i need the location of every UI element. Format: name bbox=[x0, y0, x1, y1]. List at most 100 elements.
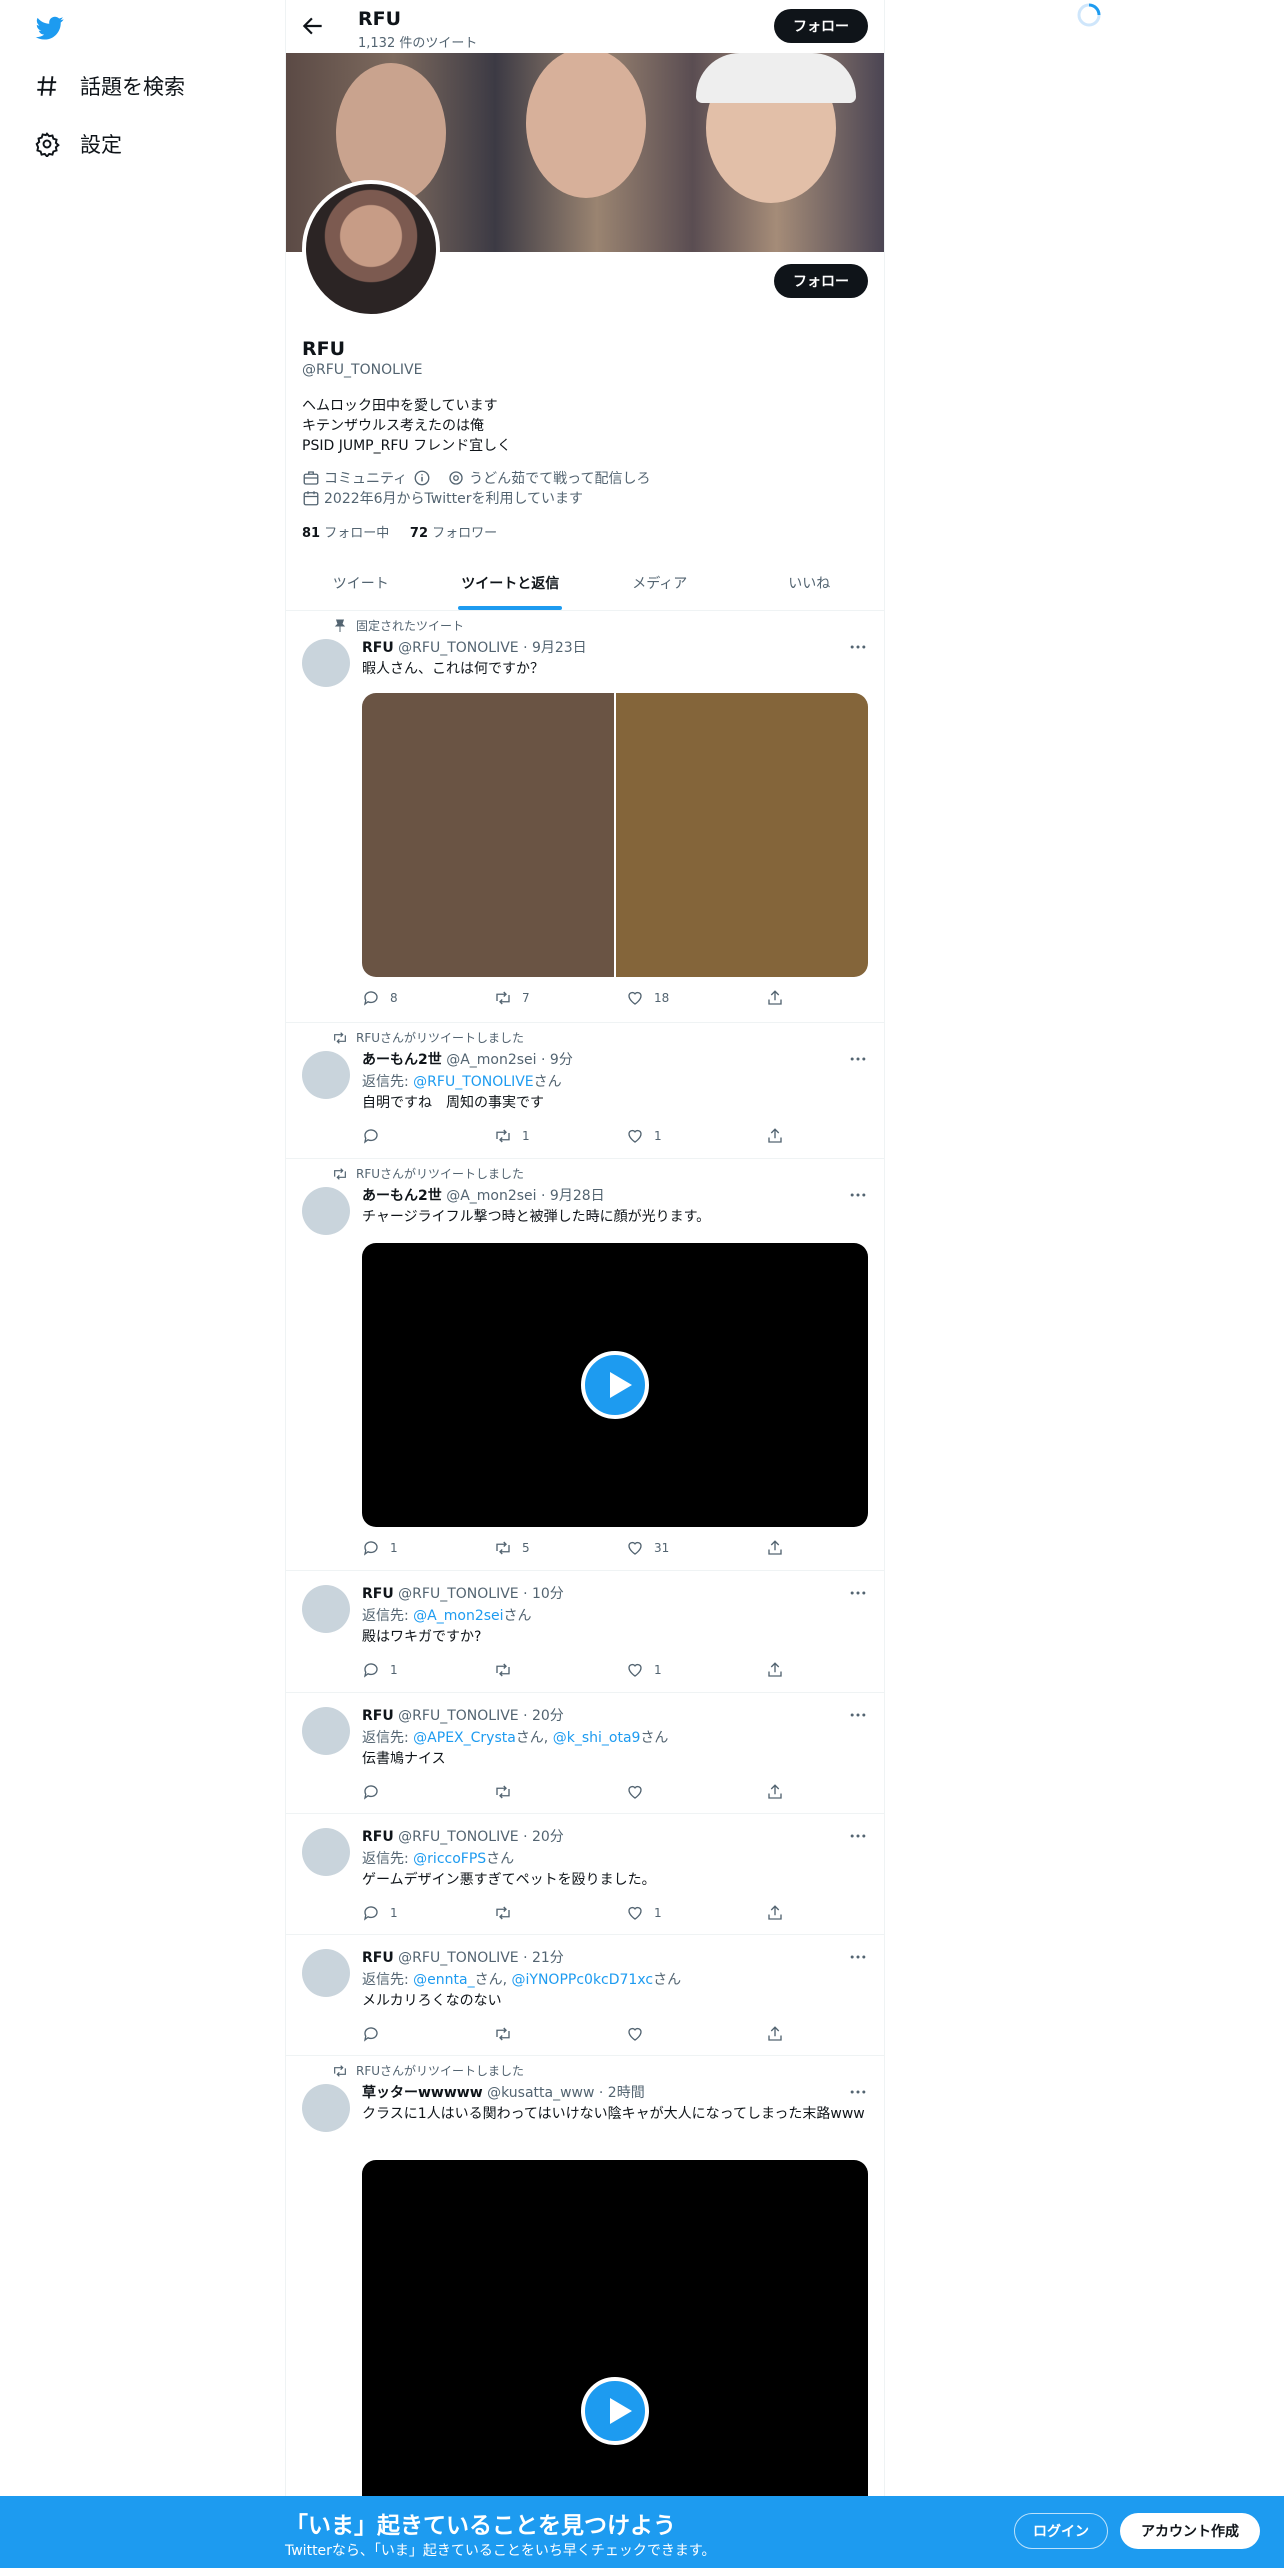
heart-icon bbox=[628, 1785, 642, 1799]
tweet-avatar[interactable] bbox=[302, 2084, 350, 2132]
tab-tweets[interactable]: ツイート bbox=[286, 555, 436, 610]
tweet-image[interactable] bbox=[362, 693, 614, 977]
banner-person-center bbox=[526, 53, 646, 198]
following-link[interactable]: 81 フォロー中 bbox=[302, 526, 389, 541]
reply-button[interactable]: 1 bbox=[362, 1539, 398, 1557]
tweet[interactable]: 固定されたツイート RFU @RFU_TONOLIVE · 9月23日 暇人さん… bbox=[286, 611, 884, 1023]
like-button[interactable] bbox=[626, 1783, 654, 1801]
like-button[interactable] bbox=[626, 2025, 654, 2043]
tweet-avatar[interactable] bbox=[302, 1828, 350, 1876]
tweet-avatar[interactable] bbox=[302, 1707, 350, 1755]
reply-button[interactable] bbox=[362, 1127, 390, 1145]
tweet[interactable]: RFUさんがリツイートしました あーもん2世 @A_mon2sei · 9月28… bbox=[286, 1159, 884, 1571]
more-icon[interactable] bbox=[848, 637, 868, 657]
tweet-meta: @RFU_TONOLIVE · 20分 bbox=[398, 1708, 564, 1724]
tweet-author[interactable]: RFU bbox=[362, 1950, 394, 1966]
tweet-author[interactable]: 草ッターwwwww bbox=[362, 2085, 483, 2101]
tweet-author[interactable]: RFU bbox=[362, 1829, 394, 1845]
share-button[interactable] bbox=[766, 1904, 794, 1922]
tab-media[interactable]: メディア bbox=[585, 555, 735, 610]
tab-tweets-and-replies[interactable]: ツイートと返信 bbox=[436, 555, 586, 610]
more-icon[interactable] bbox=[848, 1049, 868, 1069]
signup-button[interactable]: アカウント作成 bbox=[1120, 2513, 1260, 2549]
tweet[interactable]: RFUさんがリツイートしました 草ッターwwwww @kusatta_www ·… bbox=[286, 2056, 884, 2568]
tweet-author[interactable]: RFU bbox=[362, 1708, 394, 1724]
like-button[interactable]: 1 bbox=[626, 1127, 662, 1145]
play-button-icon[interactable] bbox=[581, 1351, 649, 1419]
tweet[interactable]: RFU @RFU_TONOLIVE · 20分 返信先: @riccoFPSさん… bbox=[286, 1814, 884, 1935]
tweet-avatar[interactable] bbox=[302, 1187, 350, 1235]
tweet[interactable]: RFU @RFU_TONOLIVE · 20分 返信先: @APEX_Cryst… bbox=[286, 1693, 884, 1814]
reply-button[interactable]: 8 bbox=[362, 989, 398, 1007]
retweet-button[interactable] bbox=[494, 1661, 522, 1679]
more-icon[interactable] bbox=[848, 1583, 868, 1603]
share-button[interactable] bbox=[766, 989, 794, 1007]
share-button[interactable] bbox=[766, 1539, 794, 1557]
reply-to-link[interactable]: @ennta_ bbox=[413, 1972, 474, 1988]
tab-likes[interactable]: いいね bbox=[735, 555, 885, 610]
back-arrow-icon[interactable] bbox=[300, 13, 326, 39]
tweet[interactable]: RFU @RFU_TONOLIVE · 21分 返信先: @ennta_さん, … bbox=[286, 1935, 884, 2056]
share-button[interactable] bbox=[766, 2025, 794, 2043]
share-button[interactable] bbox=[766, 1783, 794, 1801]
login-button[interactable]: ログイン bbox=[1014, 2513, 1108, 2549]
reply-button[interactable]: 1 bbox=[362, 1661, 398, 1679]
more-icon[interactable] bbox=[848, 1185, 868, 1205]
tweet-text: 伝書鳩ナイス bbox=[362, 1751, 446, 1767]
like-button[interactable]: 31 bbox=[626, 1539, 669, 1557]
tweet-author[interactable]: RFU bbox=[362, 640, 394, 656]
nav-explore[interactable]: 話題を検索 bbox=[34, 66, 185, 106]
retweet-button[interactable]: 5 bbox=[494, 1539, 530, 1557]
share-button[interactable] bbox=[766, 1661, 794, 1679]
reply-button[interactable]: 1 bbox=[362, 1904, 398, 1922]
like-button[interactable]: 1 bbox=[626, 1661, 662, 1679]
tweet[interactable]: RFU @RFU_TONOLIVE · 10分 返信先: @A_mon2seiさ… bbox=[286, 1571, 884, 1693]
retweet-button[interactable] bbox=[494, 1904, 522, 1922]
reply-to-link[interactable]: @RFU_TONOLIVE bbox=[413, 1074, 533, 1090]
bio-line: PSID JUMP_RFU フレンド宜しく bbox=[302, 438, 512, 454]
more-icon[interactable] bbox=[848, 1947, 868, 1967]
tweet-video[interactable] bbox=[362, 1243, 868, 1527]
reply-to-link[interactable]: @iYNOPPc0kcD71xc bbox=[512, 1972, 654, 1988]
reply-icon bbox=[363, 1541, 378, 1556]
reply-button[interactable] bbox=[362, 2025, 390, 2043]
tweet-avatar[interactable] bbox=[302, 1051, 350, 1099]
tweet-header: あーもん2世 @A_mon2sei · 9分 bbox=[362, 1049, 573, 1069]
bio-line: ヘムロック田中を愛しています bbox=[302, 398, 498, 414]
nav-settings[interactable]: 設定 bbox=[34, 124, 122, 164]
more-icon[interactable] bbox=[848, 2082, 868, 2102]
retweet-button[interactable]: 1 bbox=[494, 1127, 530, 1145]
reply-button[interactable] bbox=[362, 1783, 390, 1801]
retweet-button[interactable] bbox=[494, 2025, 522, 2043]
tweet-image[interactable] bbox=[616, 693, 868, 977]
tweet-author[interactable]: あーもん2世 bbox=[362, 1052, 442, 1068]
tweet-media-grid[interactable] bbox=[362, 693, 868, 977]
reply-to-link[interactable]: @APEX_Crysta bbox=[413, 1730, 516, 1746]
like-button[interactable]: 18 bbox=[626, 989, 669, 1007]
like-button[interactable]: 1 bbox=[626, 1904, 662, 1922]
tweet-avatar[interactable] bbox=[302, 639, 350, 687]
reply-to-link[interactable]: @A_mon2sei bbox=[413, 1608, 503, 1624]
twitter-bird-icon[interactable] bbox=[34, 14, 66, 42]
more-icon[interactable] bbox=[848, 1705, 868, 1725]
reply-to-link[interactable]: @k_shi_ota9 bbox=[553, 1730, 641, 1746]
info-icon[interactable] bbox=[413, 469, 431, 487]
header-tweet-count: 1,132 件のツイート bbox=[358, 36, 478, 51]
location-pin-icon bbox=[449, 471, 463, 485]
profile-follow-button[interactable]: フォロー bbox=[774, 264, 868, 298]
tweet-avatar[interactable] bbox=[302, 1949, 350, 1997]
followers-link[interactable]: 72 フォロワー bbox=[410, 526, 497, 541]
retweet-button[interactable]: 7 bbox=[494, 989, 530, 1007]
share-button[interactable] bbox=[766, 1127, 794, 1145]
play-button-icon[interactable] bbox=[581, 2377, 649, 2445]
tweet[interactable]: RFUさんがリツイートしました あーもん2世 @A_mon2sei · 9分 返… bbox=[286, 1023, 884, 1159]
tweet-avatar[interactable] bbox=[302, 1585, 350, 1633]
tweet-author[interactable]: RFU bbox=[362, 1586, 394, 1602]
more-icon[interactable] bbox=[848, 1826, 868, 1846]
profile-avatar[interactable] bbox=[302, 180, 440, 318]
header-follow-button[interactable]: フォロー bbox=[774, 9, 868, 43]
reply-to-link[interactable]: @riccoFPS bbox=[413, 1851, 486, 1867]
retweet-button[interactable] bbox=[494, 1783, 522, 1801]
pinned-context: 固定されたツイート bbox=[332, 617, 464, 634]
tweet-author[interactable]: あーもん2世 bbox=[362, 1188, 442, 1204]
